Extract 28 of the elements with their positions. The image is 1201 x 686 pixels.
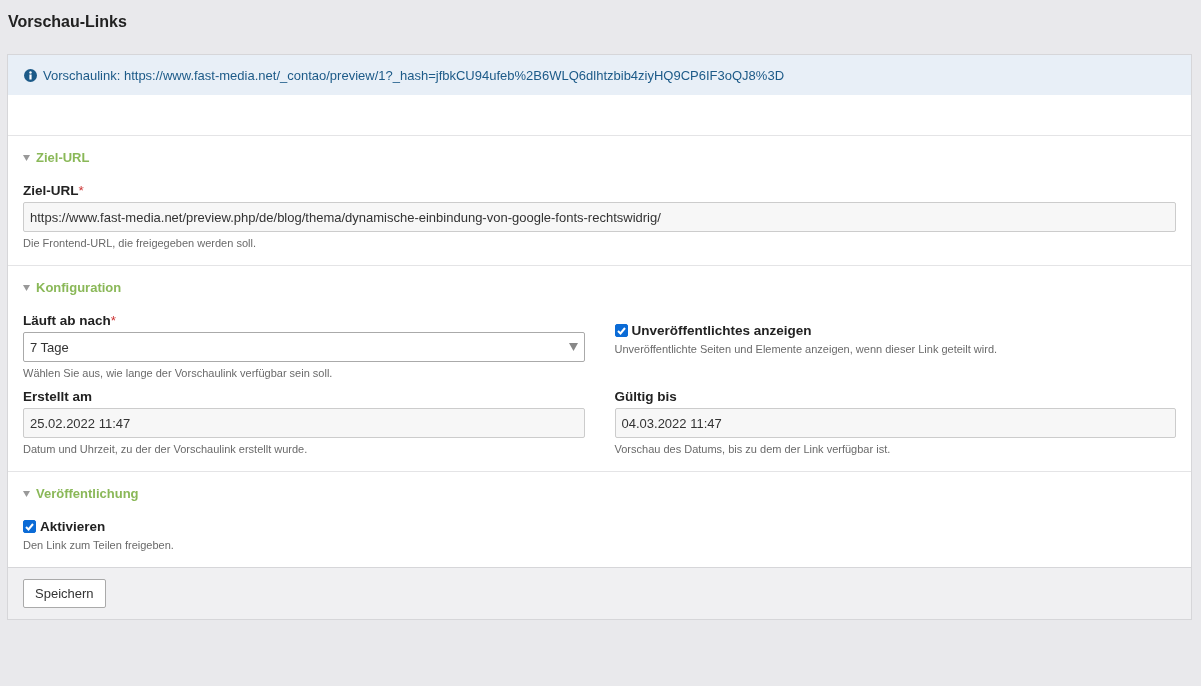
help-text: Wählen Sie aus, wie lange der Vorschaulink verfügbar sein soll. <box>23 367 334 379</box>
checkbox[interactable] <box>614 324 628 337</box>
field-label: Gültig bis <box>614 389 677 404</box>
text-field[interactable]: 25.02.2022 11:47 <box>23 408 585 438</box>
triangle-icon <box>23 154 30 161</box>
page-title: Vorschau-Links <box>8 12 128 32</box>
help-text: Datum und Uhrzeit, zu der der Vorschaulink erstellt wurde. <box>23 443 309 455</box>
save-button[interactable]: Speichern <box>23 579 106 608</box>
checkbox-label: Unveröffentlichtes anzeigen <box>631 323 812 338</box>
triangle-icon <box>23 490 30 497</box>
text-field[interactable]: https://www.fast-media.net/preview.php/de/blog/thema/dynamische-einbindung-von-google-fonts-rechtswidrig/ <box>23 202 1176 232</box>
help-text: Den Link zum Teilen freigeben. <box>23 539 175 551</box>
checkbox[interactable] <box>23 520 36 533</box>
checkbox-label: Aktivieren <box>40 519 106 534</box>
field-label: Erstellt am <box>23 389 93 404</box>
required-mark: * <box>110 313 117 328</box>
field-label: Ziel-URL <box>23 183 79 198</box>
preview-link-text: Vorschaulink: https://www.fast-media.net/_contao/preview/1?_hash=jfbkCU94ufeb%2B6WLQ6dlhtzbib4ziyHQ9CP6IF3oQJ8%3D <box>43 67 785 83</box>
caret-icon <box>568 343 578 351</box>
text-field[interactable]: 04.03.2022 11:47 <box>614 408 1176 438</box>
info-icon <box>24 68 37 82</box>
triangle-icon <box>23 284 30 291</box>
select-field[interactable]: 7 Tage <box>23 332 585 362</box>
help-text: Die Frontend-URL, die freigegeben werden soll. <box>23 237 257 249</box>
help-text: Unveröffentlichte Seiten und Elemente anzeigen, wenn dieser Link geteilt wird. <box>614 343 999 355</box>
field-label: Läuft ab nach <box>23 313 111 328</box>
required-mark: * <box>78 183 84 198</box>
help-text: Vorschau des Datums, bis zu dem der Link verfügbar ist. <box>614 443 892 455</box>
